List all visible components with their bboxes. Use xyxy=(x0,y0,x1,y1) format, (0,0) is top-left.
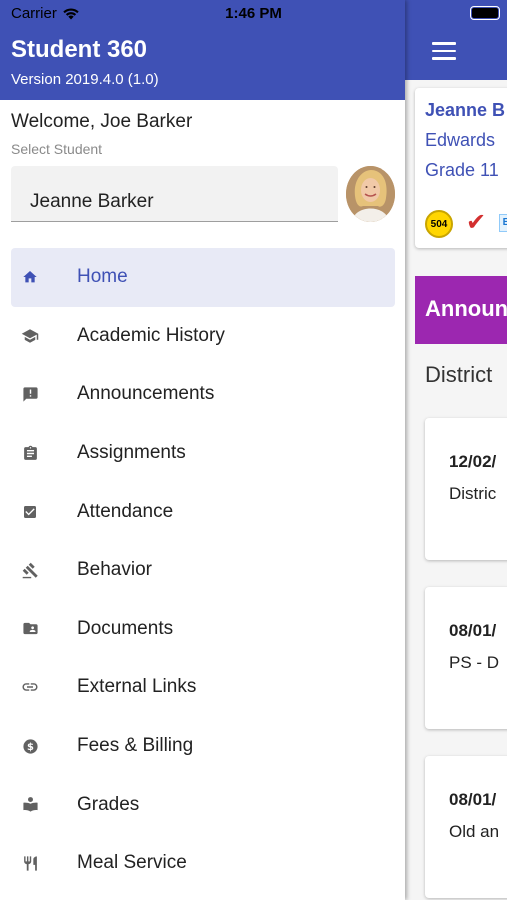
announcement-date: 12/02/ xyxy=(449,452,497,471)
welcome-text: Welcome, Joe Barker xyxy=(11,111,193,132)
announcement-text: Distric xyxy=(449,484,497,503)
selected-student: Jeanne Barker xyxy=(30,191,154,212)
student-select[interactable]: Jeanne Barker xyxy=(11,166,338,222)
announcement-date: 08/01/ xyxy=(449,621,497,640)
nav-item-documents[interactable]: Documents xyxy=(11,600,395,659)
menu-icon[interactable] xyxy=(432,42,456,60)
nav-item-attendance[interactable]: Attendance xyxy=(11,482,395,541)
link-icon xyxy=(20,677,40,697)
school-icon xyxy=(20,326,40,346)
book-reader-icon xyxy=(20,795,40,815)
announcement-icon xyxy=(20,384,40,404)
announcement-text: PS - D xyxy=(449,653,500,672)
nav-label: Meal Service xyxy=(77,852,187,874)
folder-shared-icon xyxy=(20,619,40,639)
nav-label: Fees & Billing xyxy=(77,735,194,757)
app-title: Student 360 xyxy=(11,36,148,63)
announcement-card[interactable]: 08/01/ PS - D xyxy=(425,587,507,729)
student-name: Jeanne B xyxy=(425,100,506,120)
student-summary-card[interactable]: Jeanne B Edwards Grade 11 504 ✔ E xyxy=(415,88,507,248)
announcements-header: Announ xyxy=(415,276,507,344)
status-time: 1:46 PM xyxy=(225,5,282,22)
announcement-card[interactable]: 08/01/ Old an xyxy=(425,756,507,898)
dollar-icon: $ xyxy=(20,736,40,756)
navigation-drawer: Student 360 Version 2019.4.0 (1.0) Welco… xyxy=(0,0,405,900)
gavel-icon xyxy=(20,560,40,580)
nav-label: Academic History xyxy=(77,324,225,346)
nav-item-meal-service[interactable]: Meal Service xyxy=(11,834,395,893)
district-heading: District xyxy=(425,362,493,387)
nav-item-grades[interactable]: Grades xyxy=(11,775,395,834)
nav-label: Documents xyxy=(77,617,174,639)
checkmark-badge-icon[interactable]: ✔ xyxy=(461,208,491,238)
student-school: Edwards xyxy=(425,130,496,150)
nav-item-announcements[interactable]: Announcements xyxy=(11,365,395,424)
nav-item-academic-history[interactable]: Academic History xyxy=(11,307,395,366)
nav-label: Grades xyxy=(77,793,140,815)
battery-icon xyxy=(470,6,500,20)
select-student-label: Select Student xyxy=(11,141,103,157)
announcement-card[interactable]: 12/02/ Distric xyxy=(425,418,507,560)
nav-item-home[interactable]: Home xyxy=(11,248,395,307)
nav-item-assignments[interactable]: Assignments xyxy=(11,424,395,483)
nav-label: Attendance xyxy=(77,500,174,522)
badge-504-icon[interactable]: 504 xyxy=(425,210,453,238)
nav-item-behavior[interactable]: Behavior xyxy=(11,541,395,600)
nav-label: External Links xyxy=(77,676,197,698)
announcement-date: 08/01/ xyxy=(449,790,497,809)
status-bar: Carrier 1:46 PM xyxy=(0,0,507,26)
clipboard-icon xyxy=(20,443,40,463)
nav-item-external-links[interactable]: External Links xyxy=(11,658,395,717)
drawer-nav: Home Academic History Announcements Assi… xyxy=(11,248,395,893)
nav-label: Home xyxy=(77,266,128,288)
nav-label: Behavior xyxy=(77,559,152,581)
avatar[interactable] xyxy=(346,166,395,222)
svg-text:$: $ xyxy=(27,742,34,753)
announcements-title: Announ xyxy=(425,296,507,321)
main-screen: Jeanne B Edwards Grade 11 504 ✔ E Announ… xyxy=(405,0,507,900)
app-version: Version 2019.4.0 (1.0) xyxy=(11,71,159,88)
checkbox-icon xyxy=(20,502,40,522)
nav-item-fees-billing[interactable]: $ Fees & Billing xyxy=(11,717,395,776)
nav-label: Announcements xyxy=(77,383,215,405)
student-grade: Grade 11 xyxy=(425,160,499,180)
announcement-text: Old an xyxy=(449,822,500,841)
badge-e-icon[interactable]: E xyxy=(499,214,507,232)
home-icon xyxy=(20,267,40,287)
nav-label: Assignments xyxy=(77,442,186,464)
restaurant-icon xyxy=(20,853,40,873)
